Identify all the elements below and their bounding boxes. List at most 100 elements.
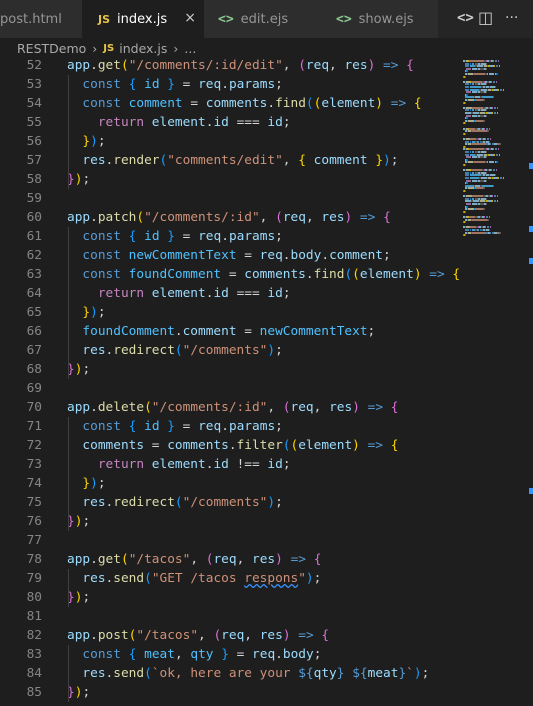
- indent-guide: [68, 75, 69, 189]
- line-number: 55: [26, 115, 42, 130]
- line-number: 82: [26, 628, 42, 643]
- code-text: res.render("comments/edit", { comment })…: [82, 153, 399, 168]
- minimap-token: [465, 164, 466, 166]
- minimap[interactable]: [460, 58, 533, 706]
- minimap-token: [487, 73, 488, 75]
- indent-guide: [68, 227, 69, 379]
- code-text: app.patch("/comments/:id", (req, res) =>…: [67, 210, 391, 225]
- minimap-token: [492, 195, 493, 198]
- minimap-token: [474, 73, 485, 75]
- scrollbar-marker: [529, 226, 533, 232]
- minimap-token: [503, 177, 504, 179]
- minimap-token: [491, 80, 492, 83]
- line-number: 76: [26, 514, 42, 529]
- minimap-token: [494, 200, 496, 203]
- minimap-token: [465, 190, 466, 192]
- code-text: res.send(`ok, here are your ${qty} ${mea…: [82, 666, 430, 681]
- tab-label: show.ejs: [358, 11, 414, 27]
- indent-guide: [68, 645, 69, 702]
- minimap-token: [472, 130, 481, 133]
- code-editor[interactable]: 52 app.get("/comments/:id/edit", (req, re…: [0, 58, 460, 706]
- line-number: 62: [26, 248, 42, 263]
- line-number: 65: [26, 305, 42, 320]
- breadcrumb-folder[interactable]: RESTDemo: [17, 41, 86, 56]
- minimap-token: [493, 169, 495, 172]
- minimap-token: [486, 114, 487, 117]
- chevron-right-icon: ›: [173, 40, 179, 56]
- minimap-token: [493, 80, 495, 83]
- minimap-token: [486, 203, 487, 205]
- code-text: });: [67, 172, 91, 187]
- line-number: 70: [26, 400, 42, 415]
- close-icon[interactable]: ×: [184, 10, 196, 26]
- line-number: 58: [26, 172, 42, 187]
- line-number: 52: [26, 58, 42, 73]
- code-text: comments = comments.filter((element) => …: [82, 438, 399, 453]
- breadcrumb-symbol[interactable]: ...: [184, 41, 196, 56]
- minimap-token: [492, 112, 493, 114]
- minimap-token: [498, 148, 499, 151]
- code-text: foundComment.comment = newCommentText;: [82, 324, 376, 339]
- minimap-token: [465, 101, 466, 104]
- scrollbar-marker: [529, 258, 533, 264]
- tab-index-js[interactable]: JS index.js ×: [82, 0, 204, 38]
- code-text: app.delete("/comments/:id", (req, res) =…: [67, 400, 399, 415]
- code-text: const { id } = req.params;: [82, 77, 283, 92]
- minimap-token: [486, 67, 487, 70]
- code-text: });: [82, 476, 106, 491]
- minimap-token: [496, 169, 497, 172]
- code-text: });: [67, 685, 91, 700]
- minimap-token: [497, 106, 498, 109]
- minimap-token: [484, 119, 485, 122]
- scrollbar-marker: [529, 163, 533, 169]
- minimap-token: [491, 169, 492, 172]
- minimap-token: [472, 218, 481, 221]
- minimap-token: [497, 200, 498, 203]
- tab-edit-ejs[interactable]: <> edit.ejs: [204, 0, 320, 38]
- line-number: 57: [26, 153, 42, 168]
- minimap-token: [465, 132, 466, 135]
- line-number: 68: [26, 362, 42, 377]
- code-text: app.post("/tacos", (req, res) => {: [67, 628, 330, 643]
- minimap-token: [484, 99, 485, 101]
- tab-bar: post.html JS index.js × <> edit.ejs <> s…: [0, 0, 533, 38]
- more-actions-icon[interactable]: ···: [505, 10, 518, 26]
- code-text: const newCommentText = req.body.comment;: [82, 248, 391, 263]
- minimap-token: [472, 143, 486, 146]
- minimap-token: [486, 179, 487, 182]
- line-number: 53: [26, 77, 42, 92]
- line-number: 74: [26, 476, 42, 491]
- js-icon: JS: [103, 42, 115, 54]
- minimap-token: [496, 80, 497, 83]
- tab-show-ejs[interactable]: <> show.ejs: [320, 0, 438, 38]
- line-number: 75: [26, 495, 42, 510]
- tab-label: index.js: [117, 11, 168, 27]
- minimap-token: [489, 161, 494, 164]
- minimap-token: [498, 177, 499, 179]
- open-changes-icon[interactable]: <>: [457, 10, 474, 26]
- split-editor-icon[interactable]: ◫: [478, 8, 493, 27]
- minimap-token: [496, 153, 498, 156]
- code-text: app.get("/tacos", (req, res) => {: [67, 552, 322, 567]
- minimap-token: [475, 187, 483, 190]
- minimap-token: [495, 148, 497, 151]
- minimap-token: [493, 184, 494, 187]
- minimap-token: [490, 143, 491, 146]
- minimap-token: [474, 161, 485, 164]
- minimap-token: [493, 148, 494, 151]
- breadcrumb-file[interactable]: index.js: [119, 41, 167, 56]
- code-text: const { id } = req.params;: [82, 419, 283, 434]
- code-text: });: [67, 362, 91, 377]
- minimap-token: [486, 156, 487, 159]
- minimap-token: [500, 177, 502, 179]
- tab-post-html[interactable]: post.html: [0, 0, 82, 38]
- line-number: 60: [26, 210, 42, 225]
- minimap-token: [497, 112, 498, 114]
- tab-label: edit.ejs: [240, 11, 289, 27]
- code-text: return element.id === id;: [97, 115, 291, 130]
- scrollbar-marker: [529, 488, 533, 494]
- minimap-token: [488, 130, 489, 133]
- code-text: const { id } = req.params;: [82, 229, 283, 244]
- code-text: const { meat, qty } = req.body;: [82, 647, 322, 662]
- minimap-token: [489, 73, 494, 75]
